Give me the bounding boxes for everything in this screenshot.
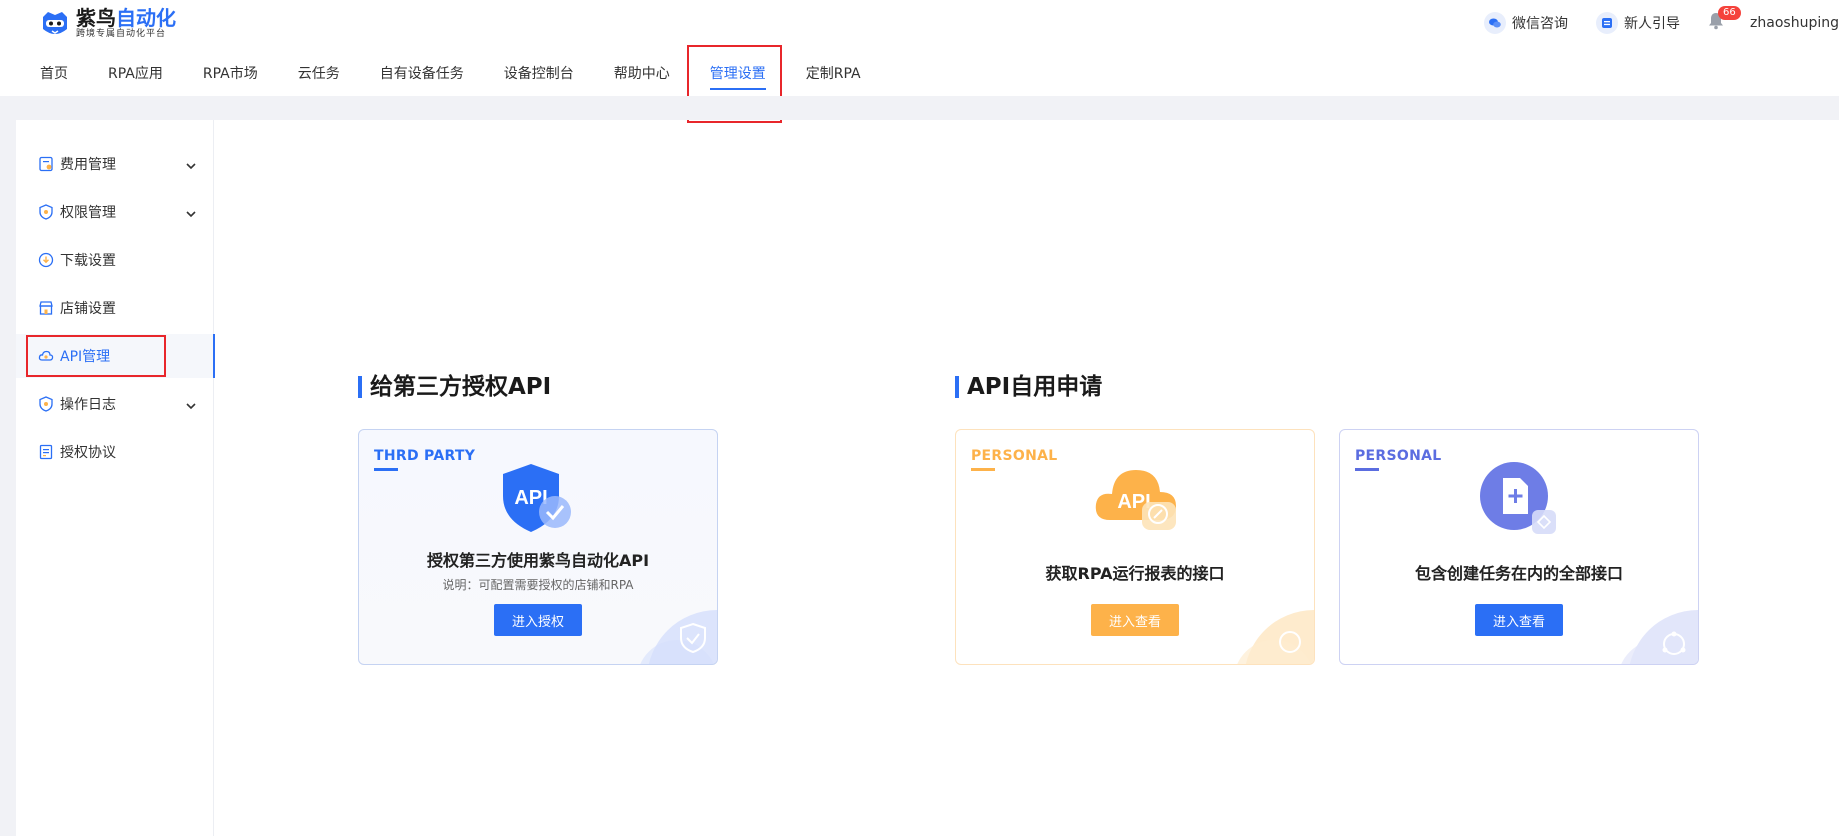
log-shield-icon [38,396,54,412]
self-use-section-title: API自用申请 [955,373,1102,401]
username-label: zhaoshuping [1750,15,1839,31]
card-title: 授权第三方使用紫鸟自动化API [426,551,650,570]
header-actions: 微信咨询 新人引导 66 zhaoshuping [1484,6,1839,34]
newbie-guide-label: 新人引导 [1624,16,1681,32]
nav-own-device-tasks[interactable]: 自有设备任务 [380,58,464,96]
nav-rpa-apps[interactable]: RPA应用 [108,58,163,96]
newbie-guide-button[interactable]: 新人引导 [1596,12,1680,34]
card-title: 获取RPA运行报表的接口 [1045,564,1225,583]
third-party-api-card: THRD PARTY API 授权第三方使用紫鸟自动化API 说明：可配置需要授… [358,429,718,665]
brand-name: 紫鸟自动化 [76,6,176,30]
content-top-band [0,96,1839,120]
api-shield-icon: API [501,462,577,538]
card-description: 说明：可配置需要授权的店铺和RPA [442,578,634,592]
nav-cloud-tasks[interactable]: 云任务 [298,58,340,96]
card-tag: THRD PARTY [374,448,476,464]
left-gutter [0,120,16,836]
orange-watermark-icon [1234,600,1314,664]
sidebar-item-label: 费用管理 [60,157,116,173]
fee-icon [38,156,54,172]
download-icon [38,252,54,268]
third-party-section-title: 给第三方授权API [358,373,551,401]
sidebar-item-authorization-agreement[interactable]: 授权协议 [16,430,214,474]
sidebar-item-operation-log[interactable]: 操作日志 [16,382,214,426]
nav-custom-rpa[interactable]: 定制RPA [806,58,861,96]
ninja-bird-logo-icon [40,9,70,39]
chevron-down-icon [186,398,196,414]
api-cloud-icon: API [1092,462,1182,542]
indigo-watermark-icon [1618,600,1698,664]
sidebar-item-label: 授权协议 [60,445,116,461]
nav-help-center[interactable]: 帮助中心 [614,58,670,96]
card-tag: PERSONAL [971,448,1058,464]
view-report-api-button[interactable]: 进入查看 [1091,604,1179,636]
guide-icon [1596,12,1619,34]
sidebar-item-label: 店铺设置 [60,301,116,317]
nav-home[interactable]: 首页 [40,58,68,96]
wechat-consult-button[interactable]: 微信咨询 [1484,12,1568,34]
chevron-down-icon [186,206,196,222]
brand-subtitle: 跨境专属自动化平台 [76,29,167,39]
card-title: 包含创建任务在内的全部接口 [1414,564,1623,583]
nav-rpa-market[interactable]: RPA市场 [203,58,258,96]
chevron-down-icon [186,158,196,174]
nav-device-console[interactable]: 设备控制台 [504,58,574,96]
sidebar-item-label: 下载设置 [60,253,116,269]
settings-sidebar: 费用管理 权限管理 下载设置 店铺设置 API管理 操作日志 授权协议 [16,120,215,836]
document-icon [38,444,54,460]
sidebar-item-download-settings[interactable]: 下载设置 [16,238,214,282]
sidebar-item-store-settings[interactable]: 店铺设置 [16,286,214,330]
sidebar-item-label: 权限管理 [60,205,116,221]
sidebar-highlight-box [26,335,166,377]
full-api-card: PERSONAL 包含创建任务在内的全部接口 进入查看 [1339,429,1699,665]
notification-badge: 66 [1718,6,1741,20]
report-api-card: PERSONAL API 获取RPA运行报表的接口 进入查看 [955,429,1315,665]
shield-watermark-icon [637,600,717,664]
top-header: 紫鸟自动化 跨境专属自动化平台 微信咨询 新人引导 66 zhaoshuping… [0,0,1839,96]
user-menu[interactable]: zhaoshuping [1750,15,1839,31]
shield-icon [38,204,54,220]
sidebar-item-label: 操作日志 [60,397,116,413]
enter-authorization-button[interactable]: 进入授权 [494,604,582,636]
notification-button[interactable]: 66 [1708,6,1741,34]
view-full-api-button[interactable]: 进入查看 [1475,604,1563,636]
wechat-consult-label: 微信咨询 [1512,16,1569,32]
card-tag: PERSONAL [1355,448,1442,464]
add-document-icon [1478,458,1562,546]
wechat-icon [1484,12,1507,34]
brand-logo[interactable]: 紫鸟自动化 跨境专属自动化平台 [40,8,176,39]
sidebar-item-permission-management[interactable]: 权限管理 [16,190,214,234]
sidebar-item-fee-management[interactable]: 费用管理 [16,142,214,186]
store-icon [38,300,54,316]
